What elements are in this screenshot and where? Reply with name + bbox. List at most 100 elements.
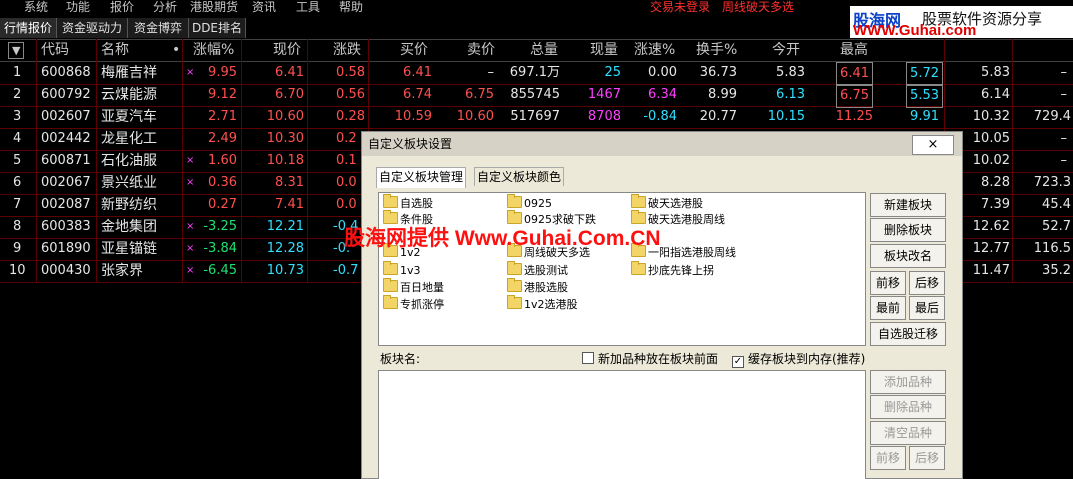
move-down-button[interactable]: 后移 (909, 271, 945, 295)
tab-fund-game[interactable]: 资金博弈 (128, 18, 189, 38)
row-price: 10.30 (266, 131, 304, 146)
tab-block-manage[interactable]: 自定义板块管理 (376, 167, 467, 188)
list-item[interactable]: 抄底先锋上拐 (631, 261, 714, 277)
col-change[interactable]: 涨跌 (333, 40, 361, 61)
col-open[interactable]: 今开 (772, 40, 800, 61)
col-ask[interactable]: 卖价 (467, 40, 495, 61)
list-item[interactable]: 1v3 (383, 261, 421, 277)
new-block-button[interactable]: 新建板块 (870, 193, 946, 217)
row-change: 0.0 (336, 197, 357, 212)
row-prev-close: 11.47 (972, 263, 1010, 278)
row-bid: 6.41 (403, 65, 432, 80)
menu-system[interactable]: 系统 (24, 0, 48, 15)
row-pct: -6.45 (203, 263, 237, 278)
menu-help[interactable]: 帮助 (339, 0, 363, 15)
row-volume: 697.1万 (509, 65, 560, 80)
row-prev-close: 10.02 (972, 153, 1010, 168)
move-first-button[interactable]: 最前 (870, 296, 906, 320)
opt-cache-memory[interactable]: ✓ 缓存板块到内存(推荐) (732, 350, 865, 368)
col-turnover[interactable]: 换手% (696, 40, 737, 61)
rename-block-button[interactable]: 板块改名 (870, 244, 946, 268)
col-code[interactable]: 代码 (41, 40, 69, 61)
sort-dropdown[interactable]: ▼ (8, 42, 25, 59)
row-prev-close: 12.62 (972, 219, 1010, 234)
menu-function[interactable]: 功能 (66, 0, 90, 15)
row-open: 5.83 (776, 65, 805, 80)
row-price: 10.60 (266, 109, 304, 124)
row-name: 亚夏汽车 (101, 109, 157, 125)
col-divider (1012, 39, 1013, 282)
list-item[interactable]: 破天选港股 (631, 194, 703, 210)
trade-status[interactable]: 交易未登录 (650, 0, 710, 15)
col-price[interactable]: 现价 (273, 40, 301, 61)
tab-fund-drive[interactable]: 资金驱动力 (57, 18, 128, 38)
item-down-button[interactable]: 后移 (909, 446, 945, 470)
item-list[interactable] (378, 370, 866, 479)
row-low: 9.91 (910, 109, 939, 124)
row-extra: 52.7 (1042, 219, 1071, 234)
row-volume: 517697 (510, 109, 560, 124)
close-icon[interactable]: × (912, 135, 954, 155)
row-prev-close: 10.32 (972, 109, 1010, 124)
col-bid[interactable]: 买价 (400, 40, 428, 61)
item-up-button[interactable]: 前移 (870, 446, 906, 470)
menu-news[interactable]: 资讯 (252, 0, 276, 15)
list-item[interactable]: 百日地量 (383, 278, 444, 294)
col-name[interactable]: 名称 (101, 40, 129, 61)
opt-new-front[interactable]: 新加品种放在板块前面 (582, 350, 718, 367)
row-extra: – (1060, 87, 1068, 102)
row-index: 8 (13, 219, 22, 234)
folder-icon (507, 295, 522, 309)
row-ask: – (487, 65, 495, 80)
list-item[interactable]: 港股选股 (507, 278, 568, 294)
move-up-button[interactable]: 前移 (870, 271, 906, 295)
row-pct: 9.12 (208, 87, 237, 102)
check-icon[interactable]: ✓ (732, 356, 744, 368)
menu-tools[interactable]: 工具 (296, 0, 320, 15)
row-speed: 6.34 (648, 87, 677, 102)
menu-hk-futures[interactable]: 港股期货 (190, 0, 238, 15)
col-speed[interactable]: 涨速% (634, 40, 675, 61)
block-list[interactable]: 自选股 条件股 1v2 1v3 百日地量 专抓涨停 0925 0925求破下跌 … (378, 192, 866, 346)
checkbox-icon[interactable] (582, 352, 594, 364)
folder-icon (383, 295, 398, 309)
list-item[interactable]: 0925 (507, 194, 552, 210)
tab-block-color[interactable]: 自定义板块颜色 (474, 167, 565, 186)
dialog-titlebar[interactable]: 自定义板块设置 × (362, 132, 962, 156)
menu-analysis[interactable]: 分析 (153, 0, 177, 15)
folder-icon (383, 194, 398, 208)
row-name: 石化油服 (101, 153, 157, 169)
list-item[interactable]: 自选股 (383, 194, 433, 210)
row-mark: × (186, 155, 195, 166)
row-prev-close: 7.39 (981, 197, 1010, 212)
row-prev-close: 5.83 (981, 65, 1010, 80)
row-open: 10.15 (767, 109, 805, 124)
migrate-button[interactable]: 自选股迁移 (870, 322, 946, 346)
row-price: 10.18 (266, 153, 304, 168)
row-mark: × (186, 67, 195, 78)
col-divider (307, 39, 308, 282)
signal-status[interactable]: 周线破天多选 (722, 0, 794, 15)
row-change: 0.56 (336, 87, 365, 102)
tab-quotes[interactable]: 行情报价 (0, 18, 57, 38)
folder-icon (507, 261, 522, 275)
delete-block-button[interactable]: 删除板块 (870, 218, 946, 242)
col-high[interactable]: 最高 (840, 40, 868, 61)
list-item[interactable]: 1v2选港股 (507, 295, 578, 311)
table-row[interactable]: 2 600792 云煤能源 9.12 6.70 0.56 6.74 6.75 8… (0, 84, 1073, 108)
remove-item-button[interactable]: 删除品种 (870, 395, 946, 419)
add-item-button[interactable]: 添加品种 (870, 370, 946, 394)
table-row[interactable]: 1 600868 梅雁吉祥 × 9.95 6.41 0.58 6.41 – 69… (0, 62, 1073, 86)
list-item[interactable]: 专抓涨停 (383, 295, 444, 311)
row-change: -0.7 (333, 263, 359, 278)
tab-dde-rank[interactable]: DDE排名 (189, 18, 246, 38)
move-last-button[interactable]: 最后 (909, 296, 945, 320)
col-volume[interactable]: 总量 (530, 40, 558, 61)
col-pct[interactable]: 涨幅% (193, 40, 234, 61)
table-row[interactable]: 3 002607 亚夏汽车 2.71 10.60 0.28 10.59 10.6… (0, 106, 1073, 129)
clear-items-button[interactable]: 清空品种 (870, 421, 946, 445)
list-item[interactable]: 选股测试 (507, 261, 568, 277)
row-index: 1 (13, 65, 22, 80)
menu-quote[interactable]: 报价 (110, 0, 134, 15)
col-cur-vol[interactable]: 现量 (590, 40, 618, 61)
